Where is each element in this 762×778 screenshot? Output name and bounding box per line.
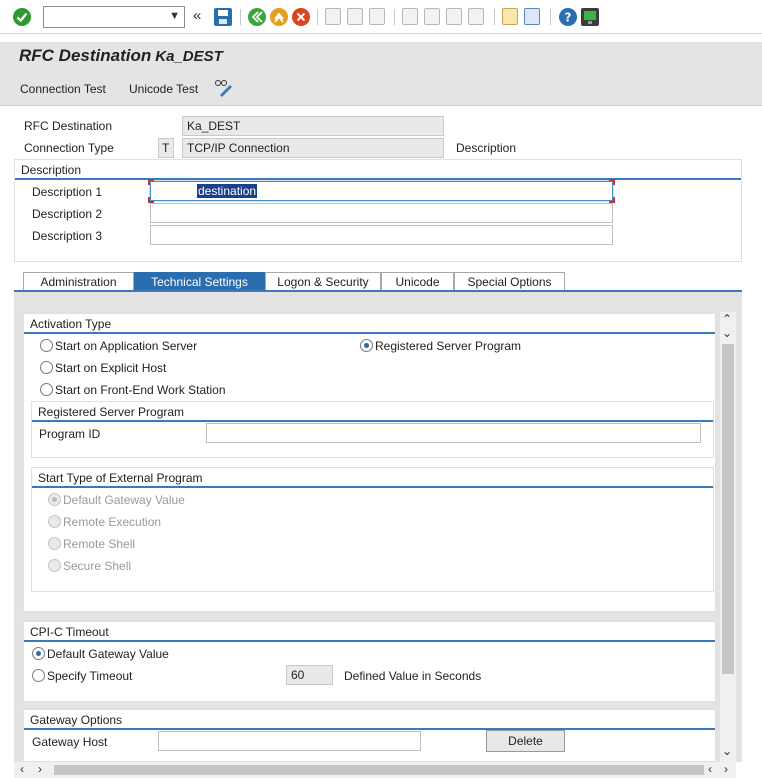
scroll-left-icon[interactable]: ‹ [708,762,712,776]
connection-type-field: TCP/IP Connection [182,138,444,158]
radio-explicit-host[interactable] [40,361,53,374]
activation-type-title: Activation Type [24,314,715,334]
start-type-title: Start Type of External Program [32,468,713,488]
connection-type-label: Connection Type [24,141,114,155]
radio-cpic-specify-label: Specify Timeout [47,669,133,683]
toolbar-separator [240,9,241,25]
save-icon[interactable] [214,8,232,26]
gateway-host-label: Gateway Host [32,735,108,749]
description-1-label: Description 1 [32,185,103,199]
radio-frontend-label: Start on Front-End Work Station [55,383,226,397]
vertical-scroll-thumb[interactable] [722,344,734,674]
application-toolbar [0,72,762,106]
radio-remote-execution-label: Remote Execution [63,515,162,529]
check-circle-icon[interactable] [13,8,31,26]
start-type-group: Start Type of External Program [31,467,714,592]
tab-technical-settings[interactable]: Technical Settings [134,272,265,291]
radio-secure-shell [48,559,61,572]
find-icon[interactable] [347,8,363,25]
radio-cpic-default[interactable] [32,647,45,660]
description-1-input[interactable]: destination [150,181,613,201]
description-2-input[interactable] [150,203,613,223]
radio-start-default-gateway [48,493,61,506]
radio-remote-shell-label: Remote Shell [63,537,136,551]
radio-app-server-label: Start on Application Server [55,339,198,353]
exit-icon[interactable] [270,8,288,26]
command-field[interactable]: ▼ [43,6,185,28]
cpic-timeout-group: CPI-C Timeout [23,621,716,702]
double-left-arrow-icon[interactable]: « [193,7,201,24]
program-id-input[interactable] [206,423,701,443]
unicode-test-button[interactable]: Unicode Test [129,82,198,96]
page-title-destination: Ka_DEST [155,48,223,65]
description-2-label: Description 2 [32,207,103,221]
gateway-options-title: Gateway Options [24,710,715,730]
radio-registered-server-label: Registered Server Program [375,339,522,353]
svg-text:?: ? [565,11,572,25]
back-icon[interactable] [248,8,266,26]
last-page-icon[interactable] [468,8,484,25]
radio-frontend[interactable] [40,383,53,396]
scroll-up-icon[interactable]: ⌄ [722,326,732,340]
focus-corner-marker [148,179,154,185]
cancel-icon[interactable] [292,8,310,26]
radio-remote-shell [48,537,61,550]
tab-special-options[interactable]: Special Options [454,272,565,291]
customize-layout-icon[interactable] [581,8,599,26]
prev-page-icon[interactable] [424,8,440,25]
tab-administration[interactable]: Administration [23,272,134,291]
connection-test-button[interactable]: Connection Test [20,82,106,96]
description-3-input[interactable] [150,225,613,245]
timeout-unit-label: Defined Value in Seconds [344,669,482,683]
description-group-title: Description [15,160,741,180]
radio-cpic-default-label: Default Gateway Value [47,647,169,661]
tab-logon-security[interactable]: Logon & Security [265,272,381,291]
toolbar-separator [317,9,318,25]
description-3-label: Description 3 [32,229,103,243]
tab-unicode[interactable]: Unicode [381,272,454,291]
radio-remote-execution [48,515,61,528]
description-1-value: destination [197,184,258,198]
find-next-icon[interactable] [369,8,385,25]
radio-secure-shell-label: Secure Shell [63,559,132,573]
new-session-icon[interactable] [502,8,518,25]
toolbar-separator [494,9,495,25]
shortcut-icon[interactable] [524,8,540,25]
toolbar-separator [550,9,551,25]
rfc-destination-field: Ka_DEST [182,116,444,136]
delete-button[interactable]: Delete [486,730,565,752]
scroll-left-icon[interactable]: ‹ [20,762,24,776]
help-icon[interactable]: ? [559,8,577,26]
print-icon[interactable] [325,8,341,25]
cpic-timeout-title: CPI-C Timeout [24,622,715,642]
timeout-seconds-field[interactable]: 60 [286,665,333,685]
rfc-destination-label: RFC Destination [24,119,113,133]
radio-registered-server[interactable] [360,339,373,352]
chevron-down-icon[interactable]: ▼ [169,10,180,22]
horizontal-scroll-thumb[interactable] [54,765,704,775]
radio-app-server[interactable] [40,339,53,352]
connection-type-code: T [158,138,174,158]
radio-start-default-gateway-label: Default Gateway Value [63,493,185,507]
radio-cpic-specify[interactable] [32,669,45,682]
page-title-label: RFC Destination [19,46,152,65]
scroll-right-icon[interactable]: › [38,762,42,776]
gateway-host-input[interactable] [158,731,421,751]
focus-corner-marker [609,179,615,185]
glasses-pencil-icon[interactable] [214,79,234,100]
radio-explicit-host-label: Start on Explicit Host [55,361,167,375]
next-page-icon[interactable] [446,8,462,25]
first-page-icon[interactable] [402,8,418,25]
toolbar-separator [394,9,395,25]
scroll-right-icon[interactable]: › [724,762,728,776]
page-title: RFC Destination Ka_DEST [19,46,223,66]
scroll-up-icon[interactable]: ⌃ [722,312,732,326]
program-id-label: Program ID [39,427,101,441]
scroll-down-icon[interactable]: ⌄ [722,744,732,758]
registered-server-title: Registered Server Program [32,402,713,422]
connection-type-description: Description [456,141,517,155]
